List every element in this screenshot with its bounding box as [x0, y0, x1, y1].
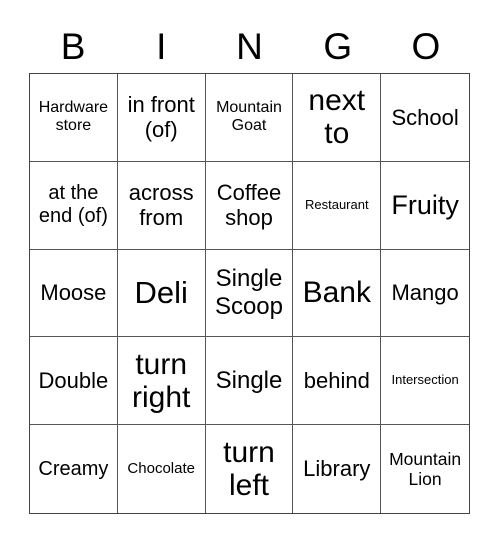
bingo-cell[interactable]: turn right — [117, 337, 206, 426]
bingo-cell[interactable]: at the end (of) — [30, 161, 118, 250]
bingo-header: B I N G O — [29, 22, 470, 72]
bingo-cell[interactable]: across from — [117, 161, 206, 250]
bingo-cell[interactable]: Restaurant — [293, 161, 382, 250]
bingo-cell[interactable]: Mountain Lion — [381, 425, 469, 513]
bingo-cell[interactable]: Coffee shop — [205, 161, 294, 250]
bingo-cell[interactable]: next to — [293, 74, 382, 162]
header-letter-n: N — [236, 26, 263, 67]
bingo-cell[interactable]: Creamy — [30, 425, 118, 513]
bingo-cell[interactable]: turn left — [206, 425, 294, 513]
bingo-cell[interactable]: Intersection — [381, 337, 469, 426]
header-letter-i: I — [156, 26, 167, 67]
bingo-cell[interactable]: Mango — [381, 250, 469, 338]
bingo-cell[interactable]: behind — [293, 337, 382, 426]
header-letter-o: O — [411, 26, 441, 67]
bingo-cell[interactable]: Fruity — [381, 162, 469, 250]
bingo-cell[interactable]: in front (of) — [117, 74, 206, 162]
bingo-card-grid: Hardware store in front (of) Mountain Go… — [29, 73, 470, 514]
header-letter-b: B — [60, 26, 86, 67]
bingo-cell[interactable]: Hardware store — [30, 74, 118, 162]
bingo-cell[interactable]: Moose — [30, 249, 118, 338]
bingo-cell[interactable]: Library — [293, 425, 382, 513]
bingo-cell[interactable]: Single — [205, 337, 294, 426]
bingo-cell[interactable]: Bank — [293, 249, 382, 338]
bingo-cell[interactable]: Double — [30, 337, 118, 426]
bingo-cell[interactable]: Chocolate — [118, 425, 206, 513]
bingo-cell[interactable]: Deli — [117, 249, 206, 338]
bingo-cell[interactable]: School — [381, 74, 469, 162]
bingo-cell[interactable]: Mountain Goat — [205, 74, 294, 162]
bingo-cell[interactable]: Single Scoop — [205, 249, 294, 338]
header-letter-g: G — [323, 26, 353, 67]
